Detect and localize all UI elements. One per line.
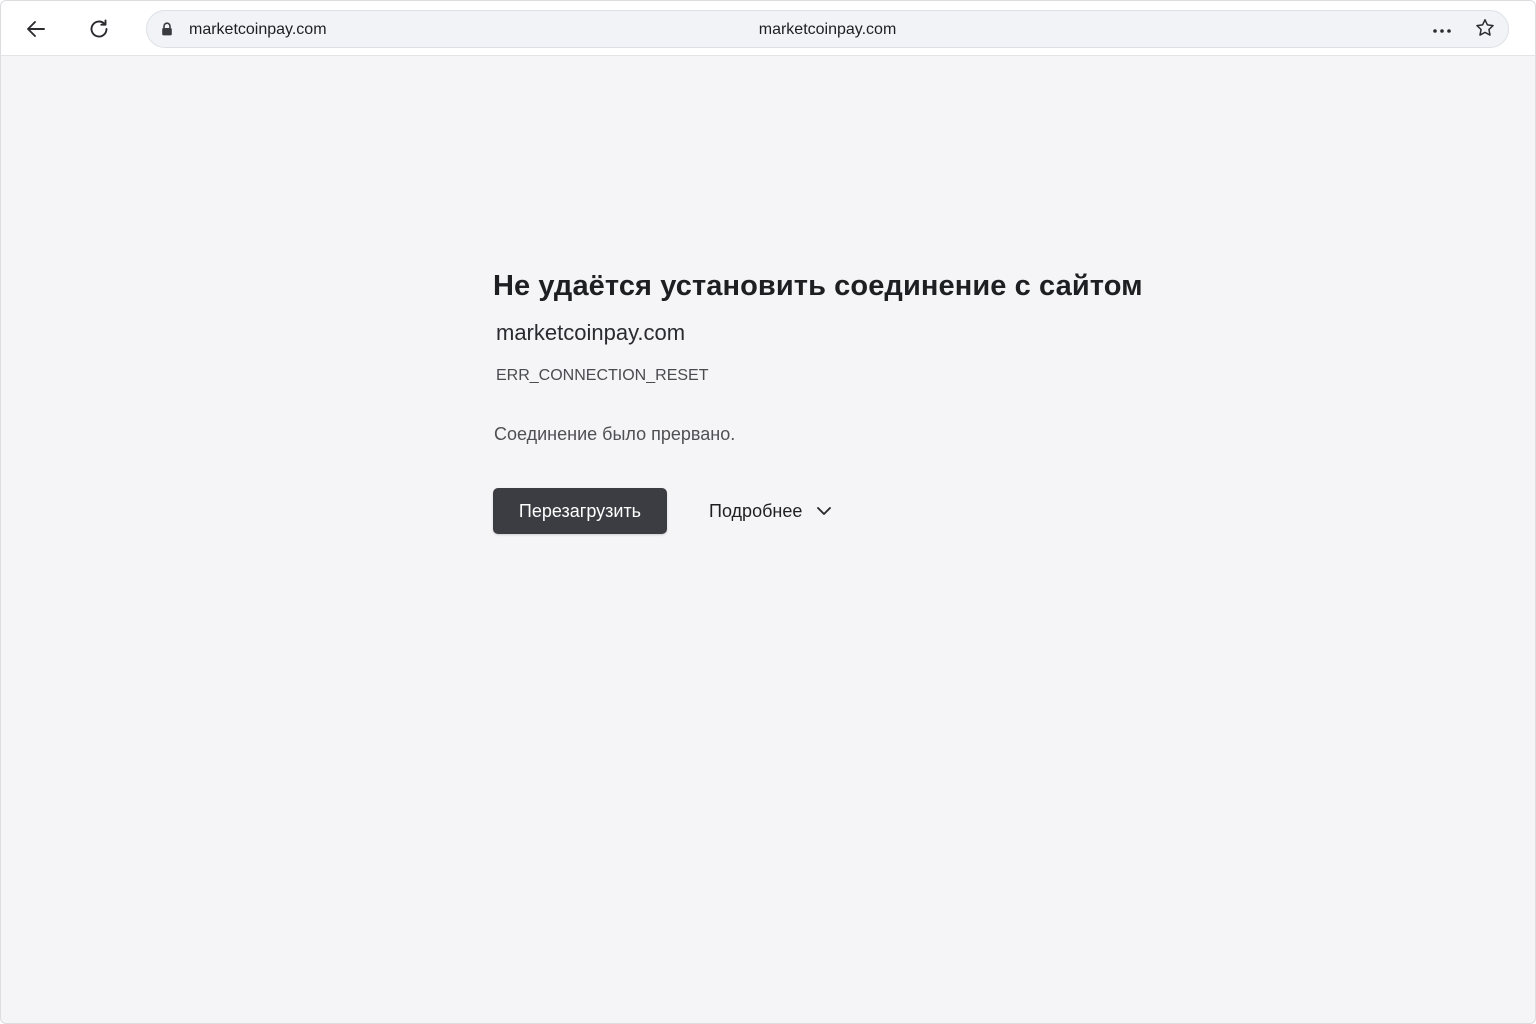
back-arrow-icon	[24, 17, 48, 41]
star-icon	[1475, 18, 1495, 43]
bookmark-button[interactable]	[1470, 15, 1500, 45]
error-code: ERR_CONNECTION_RESET	[496, 367, 709, 384]
details-button[interactable]: Подробнее	[709, 488, 832, 534]
details-label: Подробнее	[709, 500, 803, 521]
url-title-text: marketcoinpay.com	[758, 21, 897, 38]
browser-window: marketcoinpay.com marketcoinpay.com Не у…	[0, 0, 1536, 1024]
browser-toolbar: marketcoinpay.com marketcoinpay.com	[1, 1, 1535, 56]
more-button[interactable]	[1427, 15, 1457, 45]
address-bar[interactable]: marketcoinpay.com marketcoinpay.com	[146, 10, 1509, 48]
error-actions: Перезагрузить Подробнее	[493, 488, 1253, 534]
more-dots-icon	[1432, 21, 1452, 39]
reload-toolbar-button[interactable]	[81, 11, 117, 47]
chevron-down-icon	[816, 506, 832, 516]
reload-icon	[87, 17, 111, 41]
reload-button[interactable]: Перезагрузить	[493, 488, 667, 534]
back-button[interactable]	[18, 11, 54, 47]
error-host: marketcoinpay.com	[496, 320, 686, 345]
error-title: Не удаётся установить соединение с сайто…	[493, 270, 1143, 302]
error-content: Не удаётся установить соединение с сайто…	[493, 266, 1253, 534]
error-description: Соединение было прервано.	[494, 424, 736, 444]
